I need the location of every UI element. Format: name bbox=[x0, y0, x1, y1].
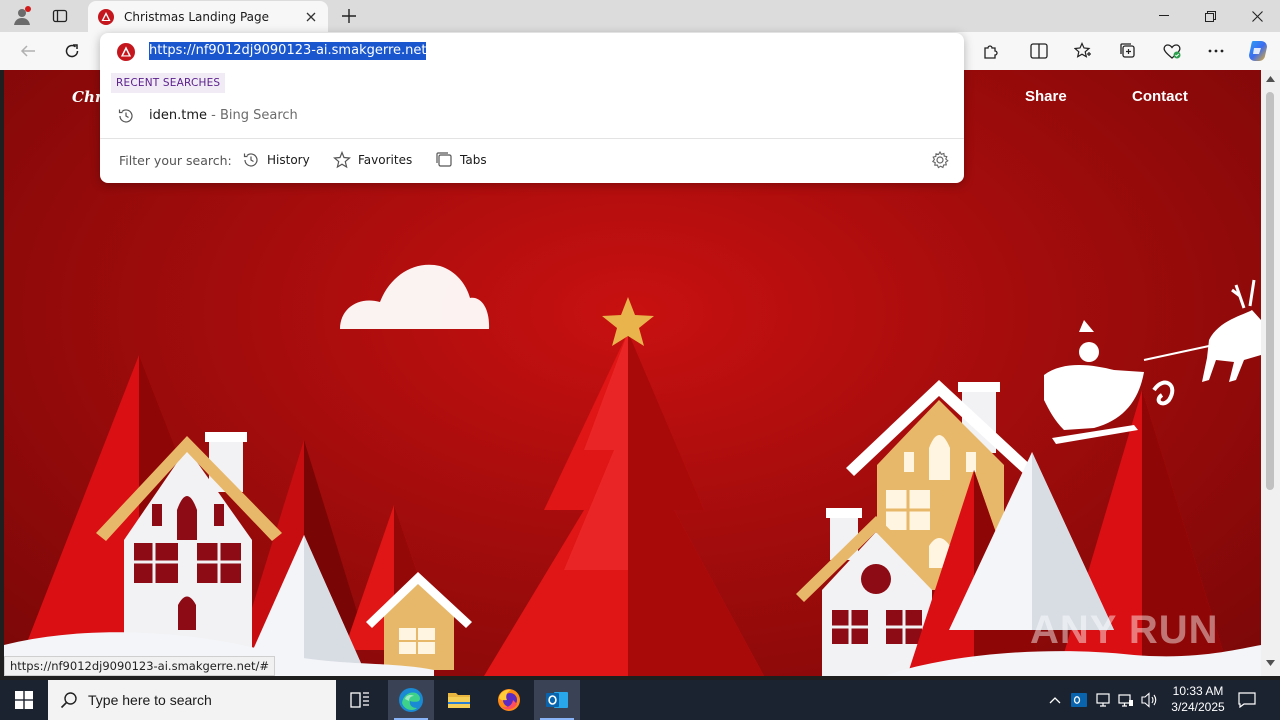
browser-tab-bar: Christmas Landing Page bbox=[0, 0, 1280, 32]
recent-search-item[interactable]: iden.tme - Bing Search bbox=[100, 101, 964, 131]
filter-favorites-button[interactable]: Favorites bbox=[333, 149, 412, 171]
filter-favorites-label: Favorites bbox=[358, 153, 413, 167]
dropdown-divider bbox=[100, 138, 964, 139]
site-favicon-icon bbox=[117, 43, 135, 61]
page-scrollbar[interactable] bbox=[1261, 70, 1280, 676]
taskbar-search-placeholder: Type here to search bbox=[88, 692, 212, 708]
collections-icon[interactable] bbox=[1112, 37, 1144, 65]
taskbar-edge-icon[interactable] bbox=[388, 680, 434, 720]
tab-title: Christmas Landing Page bbox=[124, 9, 270, 24]
clock-time: 10:33 AM bbox=[1172, 684, 1224, 698]
favorites-star-icon[interactable] bbox=[1067, 37, 1099, 65]
history-clock-icon bbox=[118, 109, 133, 123]
filter-history-label: History bbox=[267, 153, 310, 167]
notification-center-icon[interactable] bbox=[1237, 690, 1257, 710]
santa-sleigh-silhouette bbox=[1044, 279, 1261, 444]
task-view-icon[interactable] bbox=[337, 680, 383, 720]
status-bar-url: https://nf9012dj9090123-ai.smakgerre.net… bbox=[4, 656, 275, 676]
copilot-icon[interactable] bbox=[1242, 37, 1274, 65]
more-options-icon[interactable] bbox=[1200, 37, 1232, 65]
minimize-icon[interactable] bbox=[1141, 0, 1187, 32]
filter-tabs-button[interactable]: Tabs bbox=[435, 149, 487, 171]
taskbar-firefox-icon[interactable] bbox=[486, 680, 532, 720]
gear-icon[interactable] bbox=[930, 150, 950, 170]
close-tab-icon[interactable] bbox=[302, 8, 320, 26]
anyrun-watermark: ANY RUN bbox=[1030, 608, 1219, 652]
site-favicon-icon bbox=[98, 8, 114, 25]
tabs-icon bbox=[436, 152, 452, 167]
taskbar-outlook-icon[interactable] bbox=[534, 680, 580, 720]
scroll-down-icon[interactable] bbox=[1266, 660, 1275, 666]
profile-icon[interactable] bbox=[9, 4, 35, 28]
refresh-icon[interactable] bbox=[57, 37, 87, 65]
address-url-input[interactable]: https://nf9012dj9090123-ai.smakgerre.net bbox=[149, 42, 427, 60]
tray-device-icon[interactable] bbox=[1093, 690, 1113, 710]
scroll-thumb[interactable] bbox=[1266, 92, 1274, 490]
taskbar-file-explorer-icon[interactable] bbox=[436, 680, 482, 720]
recent-search-query: iden.tme bbox=[149, 108, 207, 123]
tab-actions-icon[interactable] bbox=[47, 4, 73, 28]
windows-logo-icon bbox=[15, 691, 33, 709]
recent-search-source: - Bing Search bbox=[207, 108, 298, 123]
address-bar-dropdown: https://nf9012dj9090123-ai.smakgerre.net… bbox=[100, 33, 964, 183]
star-outline-icon bbox=[333, 151, 351, 169]
clock-date: 3/24/2025 bbox=[1171, 700, 1225, 714]
extensions-icon[interactable] bbox=[975, 37, 1007, 65]
search-icon bbox=[60, 692, 77, 709]
tray-volume-icon[interactable] bbox=[1140, 690, 1160, 710]
filter-tabs-label: Tabs bbox=[460, 153, 487, 167]
close-window-icon[interactable] bbox=[1234, 0, 1280, 32]
start-button[interactable] bbox=[0, 680, 48, 720]
tray-network-icon[interactable] bbox=[1116, 690, 1136, 710]
scroll-up-icon[interactable] bbox=[1266, 76, 1275, 82]
tab-christmas-landing[interactable]: Christmas Landing Page bbox=[88, 1, 328, 32]
split-screen-icon[interactable] bbox=[1023, 37, 1055, 65]
history-icon bbox=[243, 153, 258, 167]
tray-outlook-icon[interactable] bbox=[1069, 690, 1089, 710]
address-bar[interactable]: https://nf9012dj9090123-ai.smakgerre.net bbox=[100, 33, 964, 69]
restore-icon[interactable] bbox=[1187, 0, 1233, 32]
filter-label: Filter your search: bbox=[119, 153, 232, 168]
cloud-shape bbox=[340, 264, 490, 329]
tray-chevron-up-icon[interactable] bbox=[1045, 690, 1065, 710]
taskbar-clock[interactable]: 10:33 AM 3/24/2025 bbox=[1163, 683, 1233, 715]
taskbar-search-box[interactable]: Type here to search bbox=[48, 680, 336, 720]
browser-essentials-icon[interactable] bbox=[1156, 37, 1188, 65]
new-tab-icon[interactable] bbox=[336, 4, 362, 28]
recent-searches-label: RECENT SEARCHES bbox=[111, 73, 226, 93]
windows-taskbar: Type here to search 10:33 AM 3/24/2025 bbox=[0, 680, 1280, 720]
filter-history-button[interactable]: History bbox=[242, 149, 310, 171]
back-icon[interactable] bbox=[13, 37, 43, 65]
center-tree bbox=[484, 332, 764, 676]
